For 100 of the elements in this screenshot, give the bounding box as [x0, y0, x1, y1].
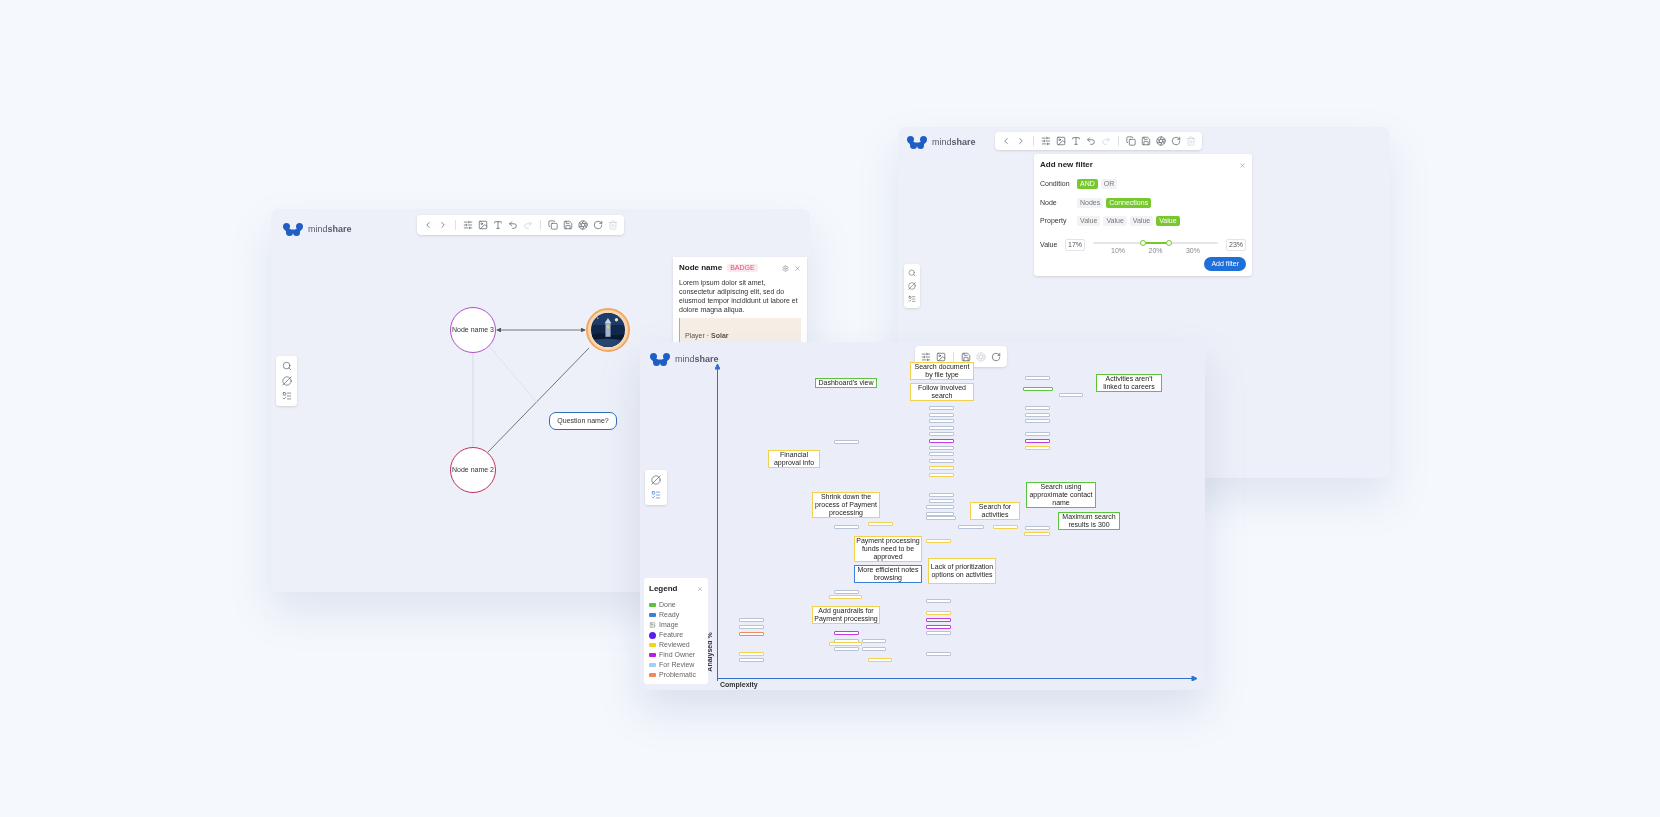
filter-button[interactable] [463, 220, 473, 230]
map-node[interactable] [1023, 387, 1053, 391]
hide-button[interactable] [908, 282, 916, 290]
back-button[interactable] [1001, 136, 1011, 146]
list-button[interactable] [281, 391, 292, 401]
close-icon[interactable] [697, 586, 703, 592]
image-button[interactable] [936, 351, 946, 362]
settings-icon[interactable] [782, 264, 789, 272]
map-node[interactable] [926, 516, 956, 520]
undo-button[interactable] [1086, 136, 1096, 146]
text-button[interactable] [493, 220, 503, 230]
hide-button[interactable] [651, 475, 661, 485]
map-node[interactable] [926, 631, 951, 635]
map-node[interactable] [929, 439, 954, 443]
undo-button[interactable] [508, 220, 518, 230]
map-node[interactable] [929, 493, 954, 497]
refresh-button[interactable] [593, 220, 603, 230]
map-node[interactable] [1059, 393, 1083, 397]
map-node[interactable] [926, 652, 951, 656]
map-node[interactable] [1025, 526, 1050, 530]
redo-button[interactable] [1101, 136, 1111, 146]
image-button[interactable] [478, 220, 488, 230]
map-node[interactable] [926, 625, 951, 629]
image-icon [1056, 136, 1066, 146]
map-node[interactable] [739, 658, 764, 662]
map-node[interactable] [958, 525, 984, 529]
aperture-button[interactable] [578, 220, 588, 230]
slider-thumb[interactable] [1166, 239, 1173, 246]
list-button[interactable] [651, 490, 661, 500]
close-icon[interactable] [1239, 161, 1246, 169]
save-button[interactable] [1141, 136, 1151, 146]
map-node[interactable] [929, 459, 954, 463]
map-node[interactable] [834, 631, 859, 635]
map-node[interactable] [926, 599, 951, 603]
map-node[interactable] [1025, 413, 1050, 417]
text-button[interactable] [1071, 136, 1081, 146]
map-node[interactable] [929, 452, 954, 456]
aperture-icon [1156, 136, 1166, 146]
map-node[interactable] [862, 647, 886, 651]
save-icon [1141, 136, 1151, 146]
map-node[interactable] [929, 413, 954, 417]
filter-button[interactable] [1041, 136, 1051, 146]
delete-button[interactable] [608, 220, 618, 230]
filter-button[interactable] [921, 351, 931, 362]
panel-title: Node name [679, 262, 723, 274]
back-button[interactable] [423, 220, 433, 230]
map-node[interactable] [739, 625, 764, 629]
sliders-icon [463, 220, 473, 230]
search-icon [908, 269, 916, 277]
copy-button[interactable] [1126, 136, 1136, 146]
hide-button[interactable] [281, 376, 292, 386]
map-node[interactable] [1025, 439, 1050, 443]
redo-button[interactable] [523, 220, 533, 230]
slashed-circle-icon [651, 475, 661, 485]
forward-button[interactable] [1016, 136, 1026, 146]
map-node[interactable] [1025, 406, 1050, 410]
image-button[interactable] [1056, 136, 1066, 146]
map-node[interactable] [929, 446, 954, 450]
map-node[interactable] [926, 618, 951, 622]
map-node[interactable] [929, 499, 954, 503]
map-node[interactable] [834, 440, 859, 444]
map-node[interactable] [929, 406, 954, 410]
forward-button[interactable] [438, 220, 448, 230]
map-node[interactable] [834, 590, 859, 594]
list-button[interactable] [908, 295, 916, 303]
map-node[interactable] [739, 632, 764, 636]
map-node[interactable] [739, 618, 764, 622]
close-icon[interactable] [794, 264, 801, 272]
save-button[interactable] [563, 220, 573, 230]
slider-thumb[interactable] [1140, 239, 1146, 246]
map-node[interactable] [1025, 419, 1050, 423]
map-node[interactable] [929, 419, 954, 423]
list-icon [908, 295, 916, 303]
map-node[interactable] [929, 432, 954, 436]
map-node[interactable] [926, 505, 954, 509]
aperture-button[interactable] [1156, 136, 1166, 146]
delete-button[interactable] [1186, 136, 1196, 146]
copy-icon [548, 220, 558, 230]
map-node[interactable] [926, 512, 954, 516]
copy-button[interactable] [548, 220, 558, 230]
map-node[interactable] [929, 426, 954, 430]
refresh-button[interactable] [991, 351, 1001, 362]
chevron-right-icon [438, 220, 448, 230]
image-icon [649, 622, 656, 628]
map-node[interactable] [1025, 432, 1050, 436]
save-button[interactable] [961, 351, 971, 362]
search-button[interactable] [281, 361, 292, 371]
text-icon [493, 220, 503, 230]
image-node[interactable] [586, 308, 630, 352]
list-icon [651, 490, 661, 500]
refresh-icon [593, 220, 603, 230]
refresh-icon [1171, 136, 1181, 146]
map-node[interactable] [862, 639, 886, 643]
search-button[interactable] [908, 269, 916, 277]
aperture-icon [578, 220, 588, 230]
sliders-icon [1041, 136, 1051, 146]
map-node[interactable] [834, 525, 859, 529]
map-node[interactable] [1025, 376, 1050, 380]
refresh-button[interactable] [1171, 136, 1181, 146]
map-node[interactable] [834, 647, 859, 651]
